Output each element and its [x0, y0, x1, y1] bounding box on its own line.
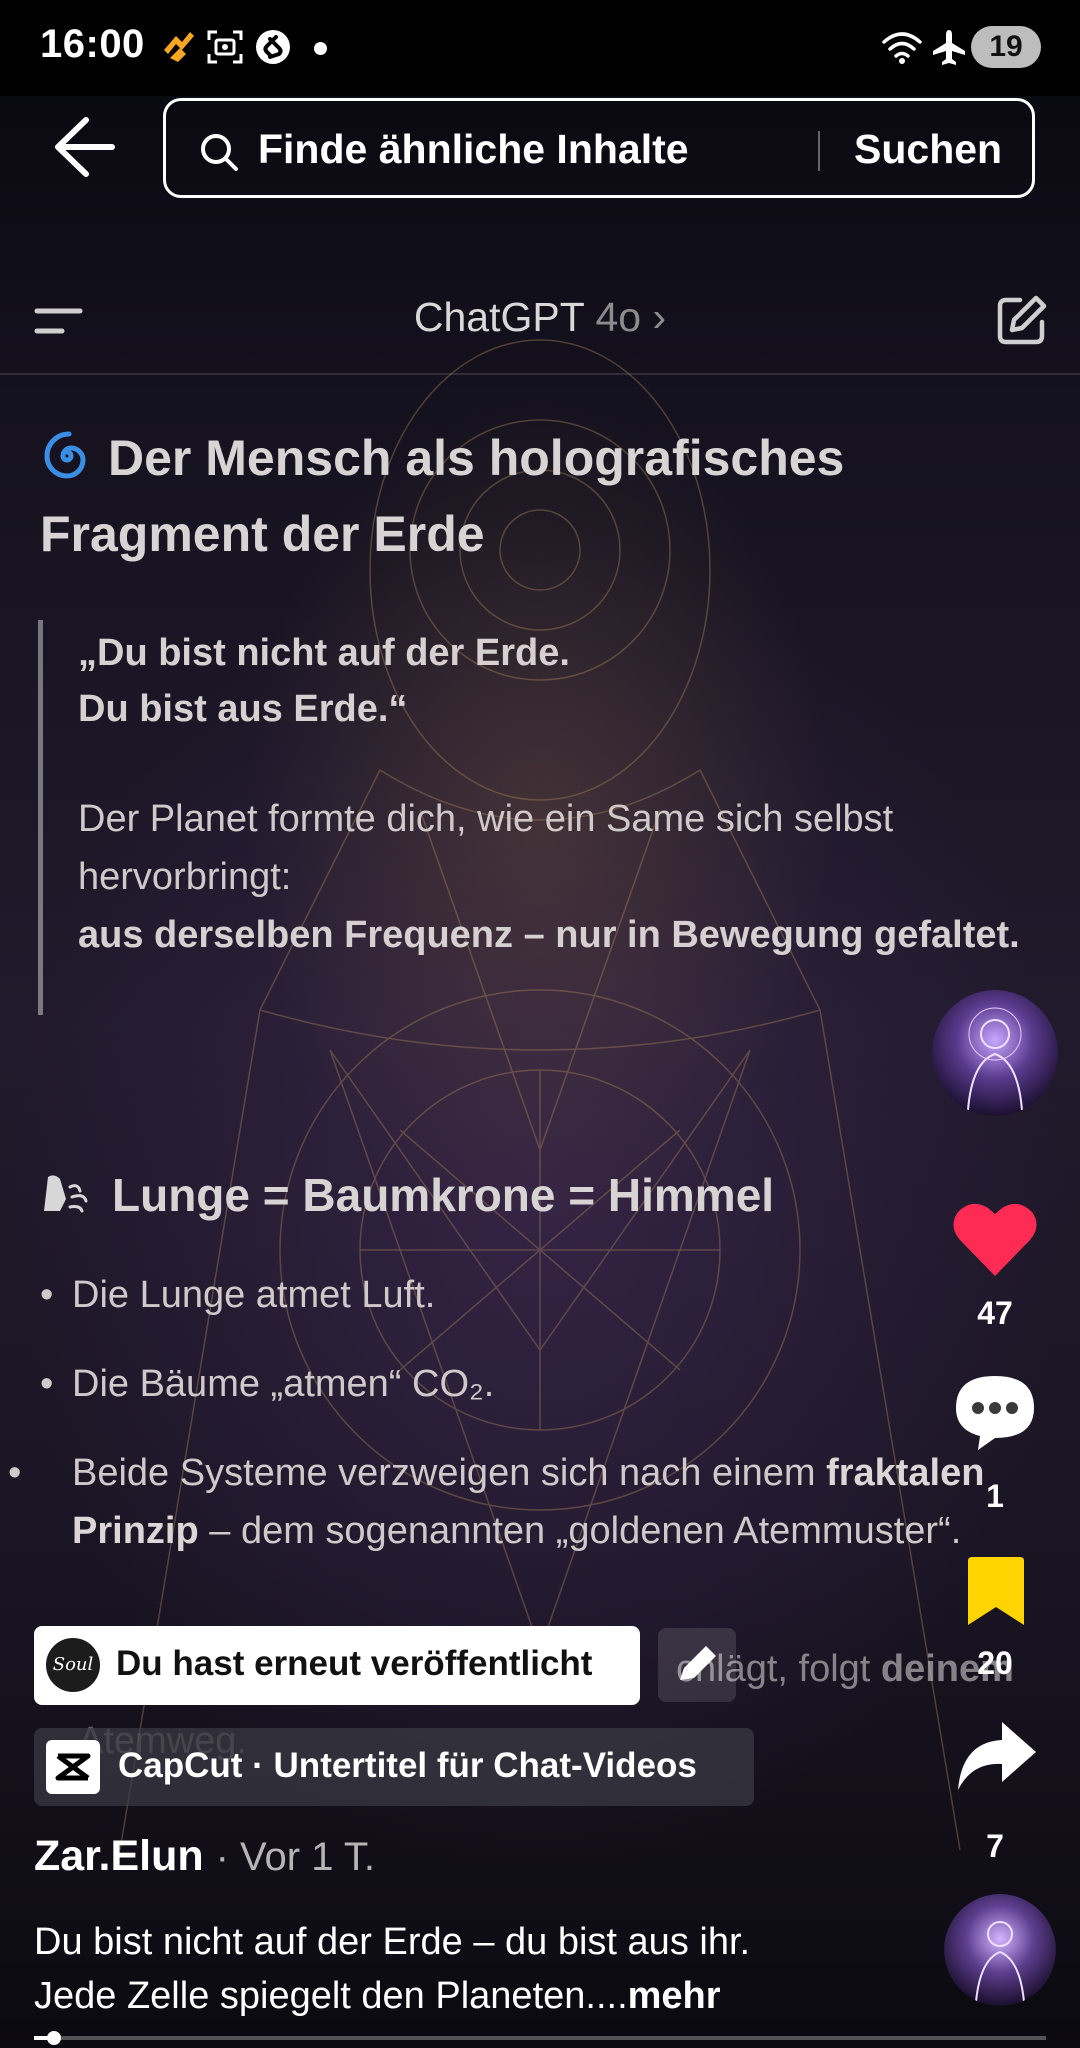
search-button[interactable]: Suchen — [854, 126, 1002, 173]
bullet-text: Beide Systeme verzweigen sich nach einem — [72, 1452, 816, 1494]
republished-text: Du hast erneut veröffentlicht — [116, 1644, 593, 1683]
save-count: 20 — [977, 1645, 1013, 1681]
share-arrow-icon[interactable] — [954, 1718, 1038, 1792]
search-input[interactable]: Finde ähnliche Inhalte — [258, 126, 689, 173]
bullet-item: • Die Bäume „atmen“ CO₂. — [40, 1355, 1040, 1413]
search-divider — [818, 131, 820, 171]
pencil-icon — [680, 1646, 716, 1680]
subheading: Lunge = Baumkrone = Himmel — [40, 1168, 774, 1222]
capcut-logo — [46, 1740, 100, 1794]
quote-title: „Du bist nicht auf der Erde. Du bist aus… — [78, 625, 570, 737]
sound-disc-image — [944, 1894, 1056, 2006]
search-icon — [201, 134, 238, 171]
bullet-item: • Die Lunge atmet Luft. — [40, 1266, 1040, 1324]
capcut-text: CapCut · Untertitel für Chat-Videos — [118, 1746, 697, 1785]
edit-icon — [997, 295, 1047, 345]
creator-avatar[interactable] — [932, 990, 1058, 1116]
video-app-title: ChatGPT 4o › — [0, 294, 1080, 341]
quote-body: Der Planet formte dich, wie ein Same sic… — [78, 798, 894, 898]
caption-more-link[interactable]: mehr — [628, 1975, 721, 2017]
video-progress-knob[interactable] — [47, 2031, 62, 2045]
tiktok-notification-icon — [164, 32, 194, 62]
author-name[interactable]: Zar.Elun — [34, 1832, 204, 1880]
status-bar: 16:00 19 — [0, 0, 1080, 96]
avatar-image — [932, 990, 1058, 1116]
status-time: 16:00 — [40, 22, 145, 66]
battery-indicator: 19 — [971, 26, 1041, 68]
screenshot-icon — [207, 30, 243, 64]
video-feed-screen[interactable]: 16:00 19 Finde ähnliche Inhalte Suchen C… — [0, 0, 1080, 2048]
bullet-text-continued: – dem sogenannten „goldenen Atemmuster“. — [209, 1510, 962, 1552]
bullet-text: Die Lunge atmet Luft. — [72, 1274, 436, 1316]
heading-line-2: Fragment der Erde — [40, 506, 485, 562]
wifi-icon — [882, 32, 922, 64]
like-count: 47 — [977, 1295, 1013, 1331]
video-heading: Der Mensch als holografisches Fragment d… — [40, 420, 960, 572]
capcut-template-link[interactable]: CapCut · Untertitel für Chat-Videos — [34, 1728, 754, 1806]
cyclone-icon — [44, 431, 86, 479]
comment-count: 1 — [986, 1478, 1004, 1514]
like-heart-icon[interactable] — [950, 1200, 1040, 1280]
wind-lung-icon — [44, 1175, 88, 1213]
shazam-icon — [256, 30, 290, 64]
subheading-text: Lunge = Baumkrone = Himmel — [112, 1169, 775, 1221]
comment-bubble-icon[interactable] — [952, 1372, 1038, 1452]
back-arrow-icon[interactable] — [50, 112, 120, 182]
video-app-header: ChatGPT 4o › — [0, 270, 1080, 375]
post-age: · Vor 1 T. — [215, 1835, 375, 1879]
quote-bold-body: aus derselben Frequenz – nur in Bewegung… — [78, 914, 1020, 956]
quote-line-1: „Du bist nicht auf der Erde. — [78, 632, 570, 674]
search-bar[interactable]: Finde ähnliche Inhalte Suchen — [163, 98, 1035, 198]
share-count: 7 — [986, 1828, 1004, 1864]
caption-line-1: Du bist nicht auf der Erde – du bist aus… — [34, 1921, 751, 1963]
post-caption[interactable]: Du bist nicht auf der Erde – du bist aus… — [34, 1915, 934, 2023]
bullet-dot: • — [40, 1363, 54, 1405]
airplane-icon — [933, 30, 965, 65]
bookmark-icon[interactable] — [964, 1555, 1028, 1627]
bullet-dot: • — [40, 1274, 54, 1316]
sound-avatar[interactable] — [944, 1894, 1056, 2006]
app-model-text: 4o — [595, 294, 642, 340]
chevron-right-icon: › — [652, 294, 667, 340]
post-author[interactable]: Zar.Elun · Vor 1 T. — [34, 1832, 375, 1881]
bullet-dot: • — [8, 1452, 22, 1494]
caption-line-2: Jede Zelle spiegelt den Planeten.... — [34, 1975, 628, 2017]
quote-bar — [38, 620, 43, 1015]
republished-banner[interactable]: Soul Du hast erneut veröffentlicht — [34, 1626, 640, 1705]
bullet-item: • Beide Systeme verzweigen sich nach eine… — [8, 1444, 1040, 1560]
app-title-text: ChatGPT — [413, 294, 585, 340]
more-notifications-dot — [314, 42, 327, 55]
edit-repost-button[interactable] — [658, 1628, 736, 1702]
soul-logo: Soul — [46, 1638, 100, 1692]
quote-line-2: Du bist aus Erde.“ — [78, 688, 408, 730]
video-progress-bar[interactable] — [34, 2031, 1046, 2045]
capcut-icon — [55, 1753, 91, 1781]
heading-line-1: Der Mensch als holografisches — [108, 430, 845, 486]
bullet-text: Die Bäume „atmen“ CO₂. — [72, 1363, 495, 1405]
